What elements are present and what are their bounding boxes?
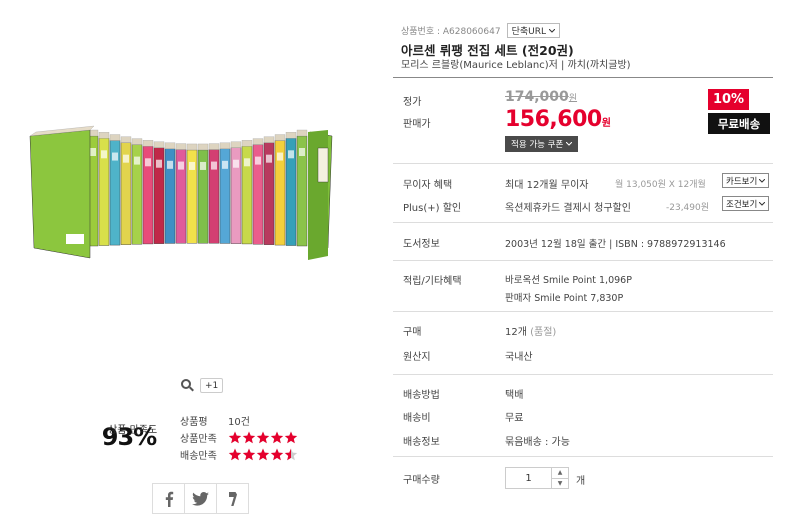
magnifier-icon[interactable] — [181, 379, 194, 392]
book-info-label: 도서정보 — [403, 239, 440, 250]
purchase-note: (품절) — [530, 327, 557, 338]
delivery-satisfaction-row: 배송만족 — [180, 446, 298, 463]
quantity-step-buttons: ▲ ▼ — [552, 468, 568, 488]
purchase-count: 12개 — [505, 327, 527, 338]
coupon-label: 적용 가능 쿠폰 — [511, 140, 564, 150]
sale-price: 156,600원 — [505, 107, 611, 132]
twitter-share-button[interactable] — [185, 484, 217, 513]
share-buttons — [152, 483, 249, 514]
quantity-input[interactable]: 1 — [506, 468, 552, 488]
interest-free-value: 최대 12개월 무이자 — [505, 180, 589, 191]
product-satisfaction-label: 상품만족 — [180, 434, 217, 445]
interest-free-label: 무이자 혜택 — [403, 180, 453, 191]
shipping-fee-label: 배송비 — [403, 413, 431, 424]
review-count-label: 상품평 — [180, 417, 208, 428]
card-view-label: 카드보기 — [726, 176, 758, 187]
origin-value: 국내산 — [505, 352, 533, 363]
book-info-value: 2003년 12월 18일 출간 | ISBN : 9788972913146 — [505, 239, 726, 250]
shipping-method-label: 배송방법 — [403, 390, 440, 401]
plus-one-button[interactable]: +1 — [200, 378, 224, 393]
divider — [393, 311, 773, 312]
product-image[interactable] — [28, 108, 334, 274]
sale-price-value: 156,600 — [505, 107, 602, 132]
star-icon — [228, 448, 242, 461]
delivery-satisfaction-stars — [228, 448, 298, 461]
share-link-icon — [228, 491, 237, 506]
sale-price-label: 판매가 — [403, 119, 431, 130]
facebook-icon — [165, 491, 173, 507]
review-count-row[interactable]: 상품평 10건 — [180, 412, 298, 429]
points-line-1: 바로옥션 Smile Point 1,096P — [505, 275, 632, 286]
chevron-down-icon — [759, 201, 766, 206]
product-author[interactable]: 모리스 르블랑(Maurice Leblanc)저 | 까치(까치글방) — [401, 56, 631, 71]
list-price-label: 정가 — [403, 97, 422, 108]
shipping-method-value: 택배 — [505, 390, 524, 401]
points-line-2: 판매자 Smile Point 7,830P — [505, 293, 624, 304]
review-count-value: 10건 — [228, 417, 250, 428]
plus-one-label: +1 — [205, 380, 219, 391]
plus-discount-value: 옥션제휴카드 결제시 청구할인 — [505, 203, 631, 214]
twitter-icon — [192, 491, 209, 506]
divider — [393, 456, 773, 457]
free-shipping-badge: 무료배송 — [708, 113, 770, 134]
chevron-down-icon — [566, 142, 573, 146]
star-icon — [228, 431, 242, 444]
points-label: 적립/기타혜택 — [403, 276, 462, 287]
list-price-unit: 원 — [568, 94, 578, 104]
discount-badge: 10% — [708, 89, 749, 110]
star-icon — [242, 431, 256, 444]
satisfaction-summary: 상품 만족도 93% — [98, 421, 160, 451]
condition-view-button[interactable]: 조건보기 — [722, 196, 770, 211]
quantity-stepper[interactable]: 1 ▲ ▼ — [505, 467, 569, 489]
list-price: 174,000원 — [505, 89, 577, 105]
link-share-button[interactable] — [217, 484, 248, 513]
coupon-button[interactable]: 적용 가능 쿠폰 — [505, 136, 579, 152]
star-icon — [242, 448, 256, 461]
purchase-label: 구매 — [403, 327, 422, 338]
facebook-share-button[interactable] — [153, 484, 185, 513]
product-satisfaction-stars — [228, 431, 298, 444]
star-icon — [284, 431, 298, 444]
quantity-up-button[interactable]: ▲ — [552, 468, 568, 479]
shipping-info-label: 배송정보 — [403, 437, 440, 448]
divider — [393, 77, 773, 78]
divider — [393, 222, 773, 223]
plus-discount-amount: -23,490원 — [666, 203, 710, 213]
origin-label: 원산지 — [403, 352, 431, 363]
star-icon — [270, 448, 284, 461]
short-url-button[interactable]: 단축URL — [506, 23, 560, 38]
chevron-down-icon — [549, 28, 555, 33]
delivery-satisfaction-label: 배송만족 — [180, 451, 217, 462]
divider — [393, 374, 773, 375]
divider — [393, 260, 773, 261]
quantity-unit: 개 — [576, 476, 586, 487]
rating-list: 상품평 10건 상품만족 배송만족 — [180, 412, 298, 463]
star-icon — [256, 448, 270, 461]
sale-price-unit: 원 — [601, 118, 611, 129]
product-image-panel: +1 상품 만족도 93% 상품평 10건 상품만족 배송만족 — [0, 0, 380, 521]
star-icon — [256, 431, 270, 444]
purchase-value: 12개 (품절) — [505, 323, 556, 338]
zoom-row: +1 — [181, 378, 224, 393]
shipping-fee-value: 무료 — [505, 413, 524, 424]
interest-free-note: 월 13,050원 X 12개월 — [615, 180, 706, 190]
condition-view-label: 조건보기 — [726, 199, 758, 210]
product-satisfaction-row: 상품만족 — [180, 429, 298, 446]
shipping-info-value: 묶음배송 : 가능 — [505, 437, 570, 448]
short-url-label: 단축URL — [511, 27, 546, 37]
star-icon — [270, 431, 284, 444]
product-code: 상품번호 : A628060647 — [401, 27, 501, 37]
quantity-down-button[interactable]: ▼ — [552, 479, 568, 489]
product-code-row: 상품번호 : A628060647 단축URL — [401, 23, 560, 38]
plus-discount-label: Plus(+) 할인 — [403, 203, 462, 214]
list-price-value: 174,000 — [505, 89, 569, 105]
quantity-label: 구매수량 — [403, 475, 440, 486]
divider — [393, 163, 773, 164]
satisfaction-label: 상품 만족도 — [108, 425, 158, 436]
chevron-down-icon — [759, 178, 766, 183]
product-info-panel: 상품번호 : A628060647 단축URL 아르센 뤼팽 전집 세트 (전2… — [393, 0, 773, 521]
card-view-button[interactable]: 카드보기 — [722, 173, 770, 188]
